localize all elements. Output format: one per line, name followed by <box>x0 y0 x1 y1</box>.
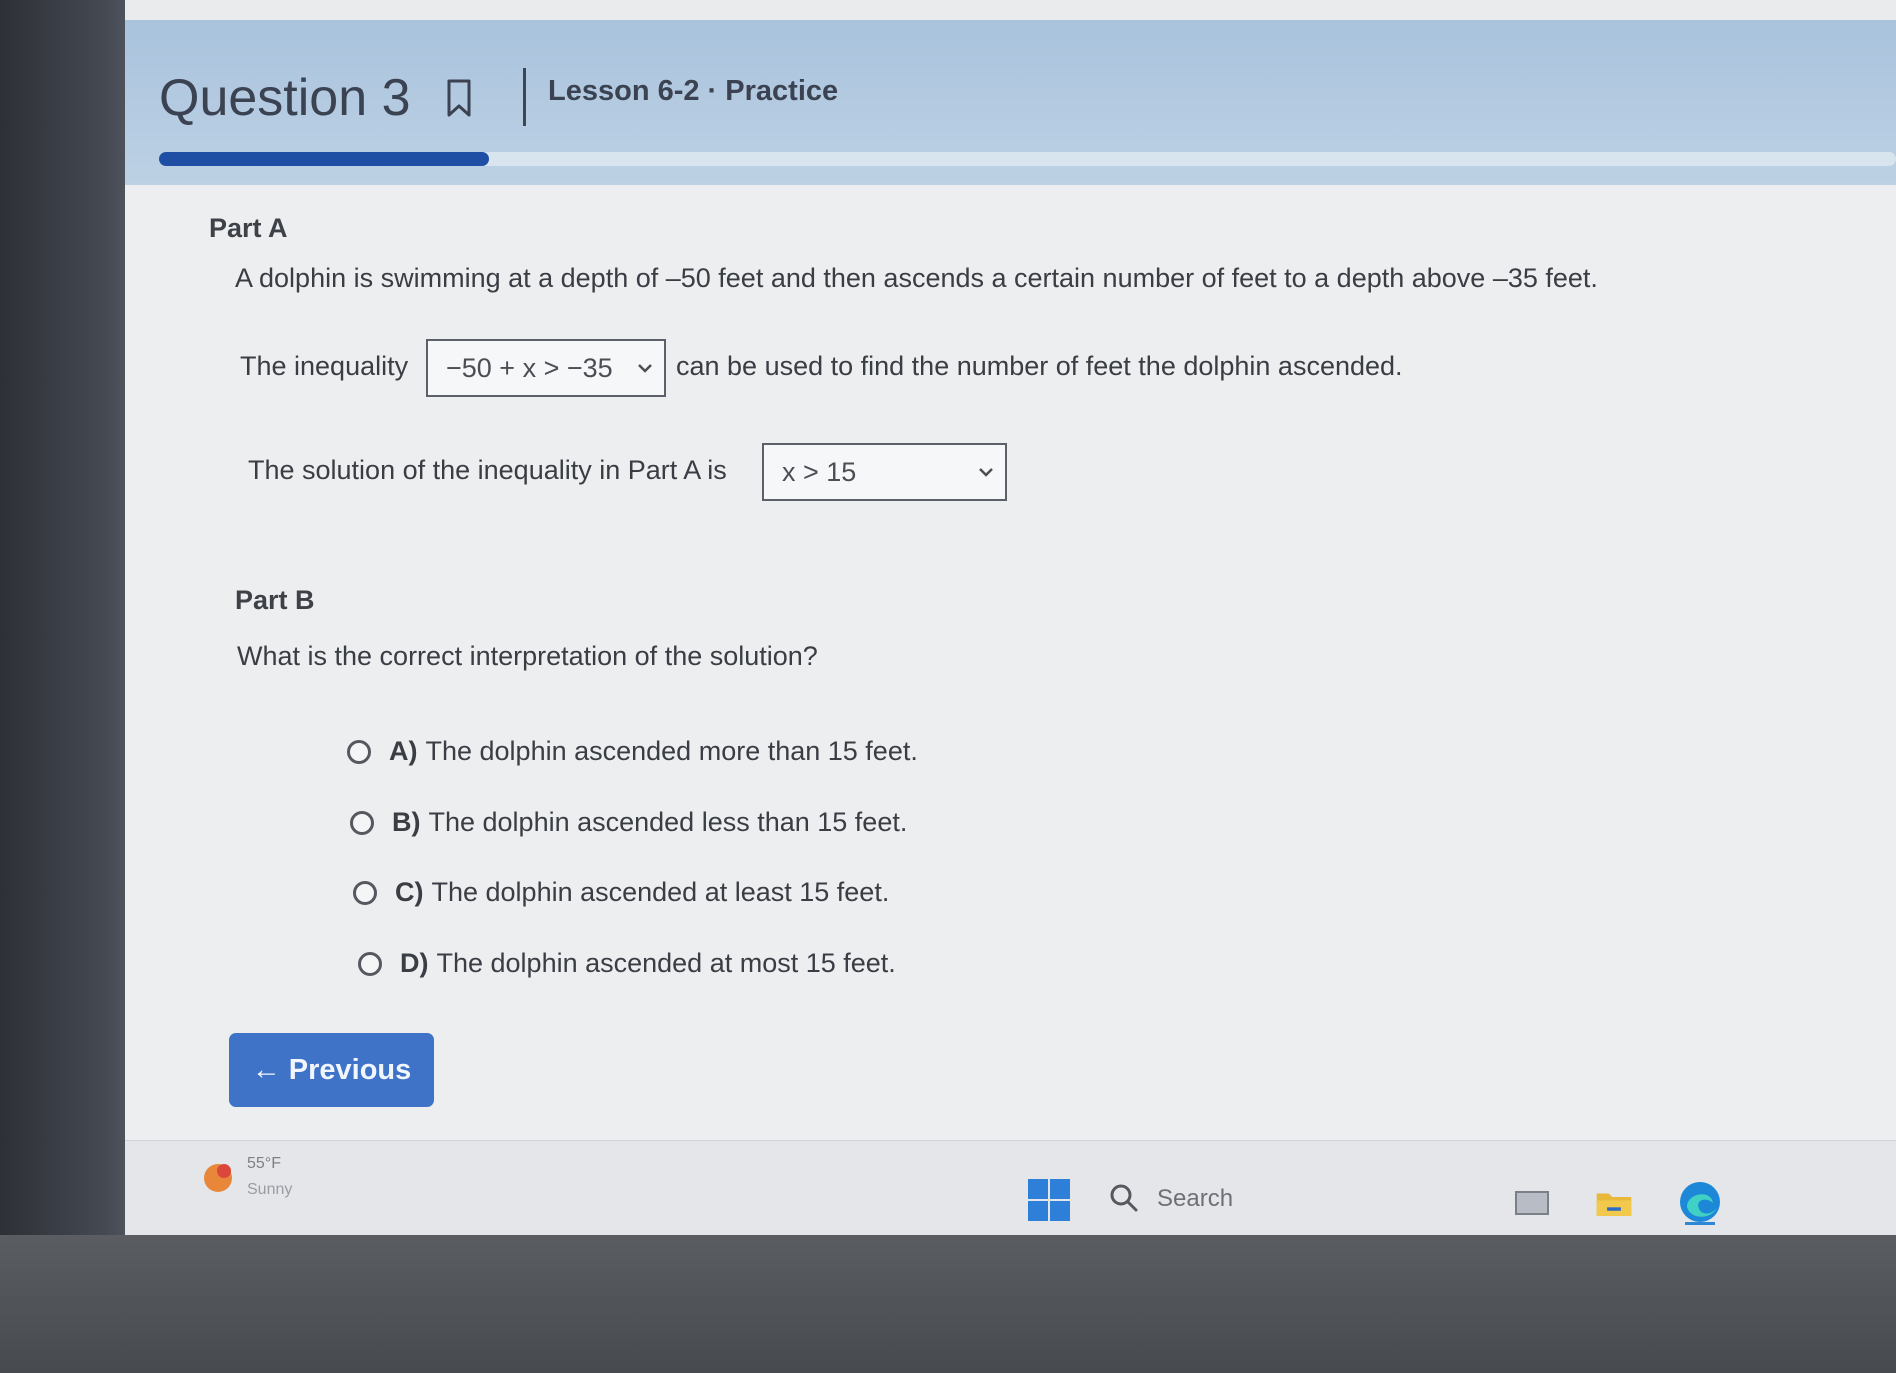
weather-temperature: 55°F <box>247 1155 281 1172</box>
question-title: Question 3 <box>159 69 411 127</box>
part-a-label: Part A <box>209 213 288 243</box>
answer-option-c[interactable]: C) The dolphin ascended at least 15 feet… <box>353 877 889 908</box>
solution-dropdown[interactable]: x > 15 <box>762 443 1007 501</box>
answer-option-b[interactable]: B) The dolphin ascended less than 15 fee… <box>350 807 907 838</box>
radio-button[interactable] <box>347 739 371 764</box>
inequality-prefix: The inequality <box>240 351 409 381</box>
radio-button[interactable] <box>350 810 374 835</box>
edge-browser-icon[interactable] <box>1677 1179 1723 1225</box>
monitor-bezel-bottom <box>0 1235 1896 1373</box>
part-b-label: Part B <box>235 585 315 615</box>
inequality-dropdown-value: −50 + x > −35 <box>446 352 613 383</box>
inequality-suffix: can be used to find the number of feet t… <box>676 351 1403 381</box>
question-content: Part A A dolphin is swimming at a depth … <box>125 185 1896 1140</box>
question-header: Question 3 Lesson 6-2 · Practice <box>125 20 1896 185</box>
part-b-question: What is the correct interpretation of th… <box>237 641 818 671</box>
option-text: The dolphin ascended more than 15 feet. <box>425 736 918 766</box>
option-letter: D) <box>400 948 429 978</box>
part-a-prompt: A dolphin is swimming at a depth of –50 … <box>235 263 1598 293</box>
assessment-app: Question 3 Lesson 6-2 · Practice Part A … <box>125 20 1896 1140</box>
weather-condition: Sunny <box>247 1181 293 1198</box>
previous-button[interactable]: ← Previous <box>229 1033 434 1107</box>
answer-option-a[interactable]: A) The dolphin ascended more than 15 fee… <box>347 736 918 767</box>
radio-button[interactable] <box>353 880 377 905</box>
header-divider <box>523 68 526 126</box>
option-letter: C) <box>395 877 424 907</box>
inequality-dropdown[interactable]: −50 + x > −35 <box>426 339 666 397</box>
progress-bar <box>159 152 1896 166</box>
option-text: The dolphin ascended at least 15 feet. <box>431 877 890 907</box>
screen: Question 3 Lesson 6-2 · Practice Part A … <box>125 0 1896 1240</box>
weather-sun-icon[interactable] <box>201 1161 235 1195</box>
option-text: The dolphin ascended at most 15 feet. <box>436 948 896 978</box>
chevron-down-icon <box>638 364 652 373</box>
solution-dropdown-value: x > 15 <box>782 456 857 487</box>
progress-bar-fill <box>159 152 490 166</box>
answer-option-d[interactable]: D) The dolphin ascended at most 15 feet. <box>358 948 896 979</box>
chevron-down-icon <box>979 468 993 477</box>
solution-prefix: The solution of the inequality in Part A… <box>248 455 727 485</box>
taskbar-search[interactable]: Search <box>1157 1185 1233 1213</box>
option-letter: B) <box>392 807 421 837</box>
taskbar: 55°F Sunny Search <box>125 1140 1896 1240</box>
lesson-title: Lesson 6-2 · Practice <box>548 75 839 107</box>
file-explorer-icon[interactable] <box>1595 1186 1633 1220</box>
taskview-icon[interactable] <box>1513 1186 1551 1220</box>
windows-start-icon[interactable] <box>1028 1179 1070 1221</box>
option-text: The dolphin ascended less than 15 feet. <box>428 807 908 837</box>
search-icon[interactable] <box>1109 1183 1139 1213</box>
radio-button[interactable] <box>358 951 382 976</box>
option-letter: A) <box>389 736 418 766</box>
bookmark-icon[interactable] <box>446 78 472 118</box>
